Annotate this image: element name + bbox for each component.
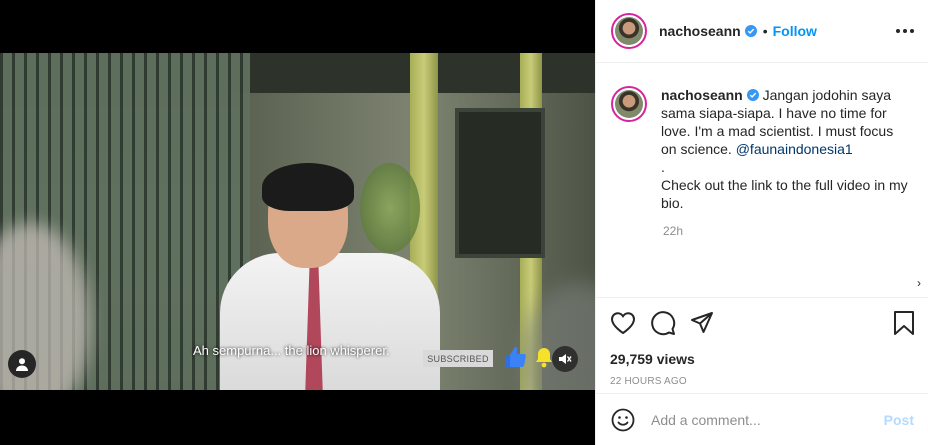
header-username[interactable]: nachoseann	[659, 23, 741, 39]
video-player[interactable]: Ah sempurna... the lion whisperer. SUBSC…	[0, 0, 595, 445]
paper-plane-icon[interactable]	[690, 311, 714, 335]
comment-icon[interactable]	[650, 310, 676, 336]
verified-badge-icon	[746, 89, 759, 101]
caption-time: 22h	[663, 224, 684, 238]
caption-section: nachoseann Jangan jodohin saya sama siap…	[596, 64, 928, 297]
video-background-window	[455, 108, 545, 258]
mute-icon	[559, 354, 572, 364]
post-actions: 29,759 views 22 HOURS AGO	[596, 297, 928, 387]
more-options-icon[interactable]	[896, 22, 914, 40]
post-timestamp[interactable]: 22 HOURS AGO	[610, 376, 915, 387]
post-comment-button[interactable]: Post	[884, 412, 914, 428]
caption-mention-link[interactable]: @faunaindonesia1	[736, 141, 853, 157]
person-hair	[262, 163, 354, 211]
caption-dot: .	[661, 159, 665, 175]
separator-dot: •	[762, 23, 768, 39]
comment-input[interactable]: Add a comment...	[651, 412, 884, 428]
follow-button[interactable]: Follow	[773, 23, 817, 39]
video-subtitle: Ah sempurna... the lion whisperer.	[193, 343, 390, 358]
post-side-panel: nachoseann • Follow nachoseann Jangan jo…	[595, 0, 928, 445]
view-count[interactable]: 29,759 views	[610, 351, 915, 367]
thumbs-up-icon	[505, 347, 526, 367]
mute-button[interactable]	[552, 346, 578, 372]
caption-username[interactable]: nachoseann	[661, 87, 743, 103]
caption-tail: Check out the link to the full video in …	[661, 177, 908, 211]
chevron-right-icon: ›	[917, 276, 921, 290]
bookmark-icon[interactable]	[893, 310, 915, 336]
user-icon	[16, 358, 28, 371]
emoji-icon[interactable]	[611, 408, 635, 432]
comment-composer: Add a comment... Post	[596, 393, 928, 445]
heart-icon[interactable]	[610, 311, 636, 335]
video-frame[interactable]	[0, 53, 595, 390]
verified-badge-icon	[744, 25, 757, 37]
post-caption: nachoseann Jangan jodohin saya sama siap…	[661, 86, 911, 212]
person-coat	[220, 253, 440, 390]
post-header: nachoseann • Follow	[596, 0, 928, 63]
avatar[interactable]	[611, 13, 647, 49]
tagged-user-button[interactable]	[8, 350, 36, 378]
subscribed-badge: SUBSCRIBED	[423, 350, 493, 367]
avatar[interactable]	[611, 86, 647, 122]
bell-icon	[536, 348, 552, 368]
